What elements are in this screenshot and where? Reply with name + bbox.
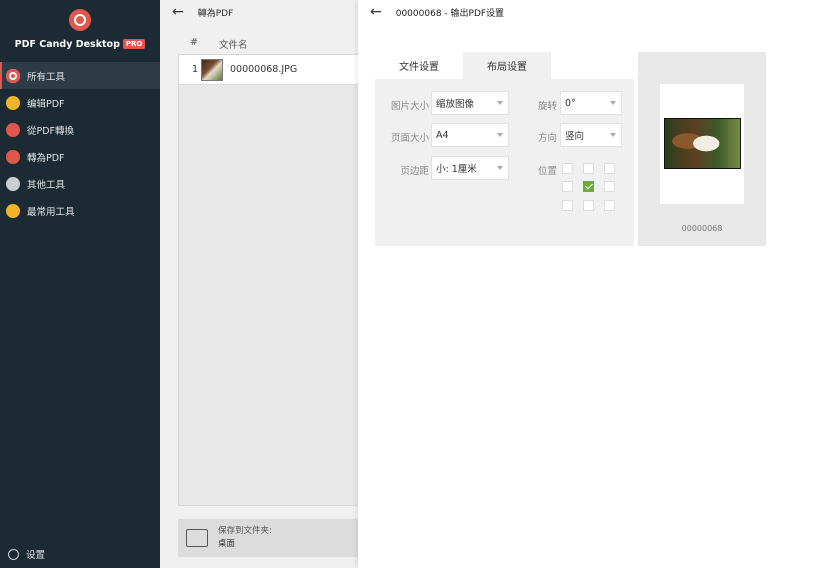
chevron-down-icon [497,101,503,105]
more-icon [6,176,20,191]
page-size-value: A4 [436,129,449,141]
preview-file-name: 00000068 [681,224,723,233]
settings-label: 设置 [26,550,46,561]
sidebar-nav: 所有工具 编辑PDF 從PDF轉換 轉為PDF 其他工具 最常用工具 [0,62,160,224]
pdf-output-settings-dialog: ← 00000068 - 输出PDF设置 文件设置 布局设置 图片大小 缩放图像… [358,0,813,568]
position-bottom-left[interactable] [562,200,573,211]
back-arrow-icon[interactable]: ← [172,5,184,19]
sidebar-item-convert-to-pdf[interactable]: 轉為PDF [0,143,160,170]
dialog-header: ← 00000068 - 输出PDF设置 [370,5,504,19]
orientation-label: 方向 [537,133,557,144]
position-bottom-center[interactable] [583,200,594,211]
file-name: 00000068.JPG [230,64,298,75]
chevron-down-icon [610,101,616,105]
margin-select[interactable]: 小: 1厘米 [431,156,509,180]
preview-image [664,118,741,169]
image-size-select[interactable]: 缩放图像 [431,91,509,115]
margin-value: 小: 1厘米 [436,164,477,175]
position-top-left[interactable] [562,163,573,174]
sidebar-item-label: 所有工具 [27,71,66,83]
page-preview-panel: 00000068 [638,52,766,246]
table-row[interactable]: 1 00000068.JPG [179,55,367,85]
star-icon [6,203,20,218]
back-arrow-icon[interactable]: ← [370,5,382,19]
page-size-select[interactable]: A4 [431,123,509,147]
sidebar-item-other-tools[interactable]: 其他工具 [0,170,160,197]
settings-link[interactable]: 设置 [8,547,45,561]
position-middle-left[interactable] [562,181,573,192]
sidebar-item-label: 编辑PDF [27,98,65,110]
tab-layout-settings[interactable]: 布局设置 [463,52,551,79]
target-icon [6,68,20,83]
pdf-candy-logo-icon [69,9,91,31]
column-header-filename: 文件名 [219,40,248,51]
image-size-value: 缩放图像 [436,99,475,110]
pencil-icon [6,95,20,110]
sidebar-item-label: 轉為PDF [27,152,65,164]
preview-page [660,84,744,204]
sidebar-item-label: 從PDF轉換 [27,125,75,137]
sidebar-item-label: 其他工具 [27,179,66,191]
position-top-center[interactable] [583,163,594,174]
rotate-value: 0° [565,97,576,109]
sidebar-item-all-tools[interactable]: 所有工具 [0,62,160,89]
position-label: 位置 [537,166,557,177]
gear-icon [8,548,19,560]
folder-icon [186,529,208,547]
file-list-panel: ← 轉為PDF # 文件名 1 00000068.JPG 保存到文件夹: 桌面 [160,0,368,568]
panel-header: ← 轉為PDF [172,5,233,19]
arrow-up-icon [6,149,20,164]
app-window: PDF Candy Desktop PRO 所有工具 编辑PDF 從PDF轉換 轉… [0,0,813,568]
file-thumbnail [201,58,223,81]
margin-label: 页边距 [400,166,429,177]
chevron-down-icon [497,133,503,137]
image-size-label: 图片大小 [390,101,429,112]
chevron-down-icon [610,133,616,137]
save-path: 桌面 [218,539,236,549]
save-folder-text: 保存到文件夹: 桌面 [218,525,272,551]
page-title: 轉為PDF [197,8,234,19]
pro-badge: PRO [122,39,146,49]
settings-tabs: 文件设置 布局设置 [375,52,551,79]
row-index: 1 [192,64,199,75]
rotate-select[interactable]: 0° [560,91,622,115]
sidebar-item-convert-from-pdf[interactable]: 從PDF轉換 [0,116,160,143]
column-header-index: # [190,37,198,48]
rotate-label: 旋转 [537,101,557,112]
chevron-down-icon [497,166,503,170]
save-folder-bar[interactable]: 保存到文件夹: 桌面 [178,519,368,557]
layout-settings-panel: 图片大小 缩放图像 页面大小 A4 页边距 小: 1厘米 旋转 0° 方向 竖向… [375,79,634,246]
sidebar-item-label: 最常用工具 [27,206,75,218]
arrow-down-icon [6,122,20,137]
orientation-select[interactable]: 竖向 [560,123,622,147]
position-bottom-right[interactable] [604,200,615,211]
position-middle-right[interactable] [604,181,615,192]
page-size-label: 页面大小 [390,133,429,144]
position-middle-center-checked[interactable] [583,181,594,192]
dialog-title: 00000068 - 输出PDF设置 [395,8,505,19]
orientation-value: 竖向 [565,131,585,142]
sidebar-item-edit-pdf[interactable]: 编辑PDF [0,89,160,116]
save-label: 保存到文件夹: [218,526,272,536]
sidebar: PDF Candy Desktop PRO 所有工具 编辑PDF 從PDF轉換 轉… [0,0,160,568]
tab-file-settings[interactable]: 文件设置 [375,52,463,79]
sidebar-item-most-used-tools[interactable]: 最常用工具 [0,197,160,224]
file-list: 1 00000068.JPG [178,54,368,506]
brand-title: PDF Candy Desktop PRO [0,39,160,50]
position-top-right[interactable] [604,163,615,174]
